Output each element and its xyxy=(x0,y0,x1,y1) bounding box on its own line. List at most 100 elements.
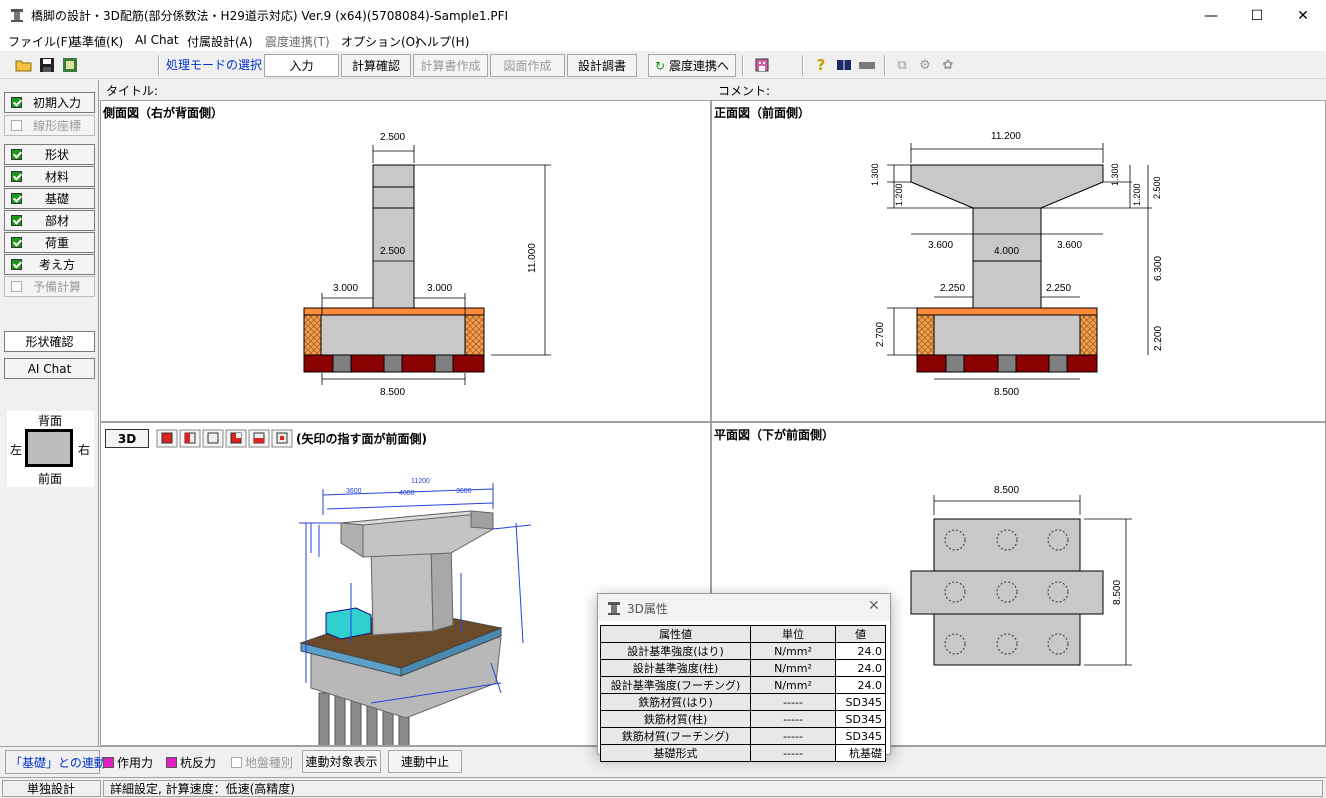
report-button[interactable]: 計算書作成 xyxy=(413,54,488,77)
seismic-link-label: 震度連携へ xyxy=(669,59,730,73)
orient-back: 背面 xyxy=(38,414,63,428)
nav-label: 考え方 xyxy=(38,258,75,272)
three-d-note: (矢印の指す面が前面側) xyxy=(296,432,427,446)
action-force-check[interactable]: 作用力 xyxy=(103,754,153,771)
dim-3d-c: 3600 xyxy=(456,488,472,495)
check-icon xyxy=(11,237,22,248)
three-d-attributes-dialog: 3D属性 ✕ 属性値 単位 値 設計基準強度(はり) N/mm² 24.0 設計基準… xyxy=(597,593,891,762)
menu-file[interactable]: ファイル(F) xyxy=(8,33,72,50)
dim-h1-left: 1.300 xyxy=(870,163,880,186)
dim-3d-b: 4000 xyxy=(399,490,415,497)
dim-right-offset: 3.000 xyxy=(427,283,452,294)
menu-options[interactable]: オプション(O) xyxy=(341,33,420,50)
tool-icon[interactable]: ✿ xyxy=(939,56,957,74)
status-detail: 詳細設定, 計算速度：低速(高精度) xyxy=(103,780,1323,797)
export-icon[interactable] xyxy=(61,56,79,74)
show-target-button[interactable]: 連動対象表示 xyxy=(302,750,381,773)
refresh-icon: ↻ xyxy=(654,58,666,73)
panel-icon[interactable] xyxy=(858,56,876,74)
ground-spring-check[interactable]: 地盤種別 xyxy=(231,754,293,771)
check-icon xyxy=(11,215,22,226)
app-icon xyxy=(10,8,24,22)
three-d-button[interactable]: 3D xyxy=(105,429,149,448)
copy-icon[interactable]: ⧉ xyxy=(893,56,911,74)
maximize-button[interactable]: ☐ xyxy=(1234,0,1280,31)
table-row: 設計基準強度(柱) N/mm² 24.0 xyxy=(600,659,886,677)
building-icon[interactable] xyxy=(753,56,771,74)
dim-left-offset: 3.000 xyxy=(333,283,358,294)
front-view-drawing: 11.200 1.300 1.200 1.300 1.200 2.500 3.6… xyxy=(870,131,1164,398)
menu-seismic-link[interactable]: 震度連携(T) xyxy=(265,33,330,50)
nav-label: 材料 xyxy=(44,170,69,184)
dim-off-right: 2.250 xyxy=(1046,283,1071,294)
checkbox-icon xyxy=(11,281,22,292)
plan-square xyxy=(25,429,73,467)
nav-shape[interactable]: 形状 xyxy=(4,144,95,165)
design-doc-button[interactable]: 設計調書 xyxy=(567,54,637,77)
open-folder-icon[interactable] xyxy=(15,56,33,74)
close-button[interactable]: ✕ xyxy=(1280,0,1326,31)
nav-member[interactable]: 部材 xyxy=(4,210,95,231)
stop-link-button[interactable]: 連動中止 xyxy=(388,750,462,773)
dim-plan-height: 8.500 xyxy=(1112,580,1123,605)
window-title: 橋脚の設計・3D配筋(部分係数法・H29道示対応) Ver.9 (x64)(57… xyxy=(31,9,509,23)
table-row: 鉄筋材質(はり) ----- SD345 xyxy=(600,693,886,711)
table-row: 鉄筋材質(柱) ----- SD345 xyxy=(600,710,886,728)
menu-help[interactable]: ヘルプ(H) xyxy=(415,33,469,50)
table-row: 基礎形式 ----- 杭基礎 xyxy=(600,744,886,762)
menu-attached-design[interactable]: 付属設計(A) xyxy=(187,33,253,50)
nav-label: 線形座標 xyxy=(32,119,81,133)
table-row: 設計基準強度(フーチング) N/mm² 24.0 xyxy=(600,676,886,694)
table-row: 設計基準強度(はり) N/mm² 24.0 xyxy=(600,642,886,660)
orientation-indicator: 背面 左 右 前面 xyxy=(7,411,94,487)
nav-load[interactable]: 荷重 xyxy=(4,232,95,253)
pile-reaction-check[interactable]: 杭反力 xyxy=(166,754,216,771)
nav-material[interactable]: 材料 xyxy=(4,166,95,187)
drawing-button[interactable]: 図面作成 xyxy=(490,54,565,77)
nav-approach[interactable]: 考え方 xyxy=(4,254,95,275)
title-label: タイトル: xyxy=(106,80,706,100)
shape-check-button[interactable]: 形状確認 xyxy=(4,331,95,352)
nav-precalc[interactable]: 予備計算 xyxy=(4,276,95,297)
nav-linear-coord[interactable]: 線形座標 xyxy=(4,115,95,136)
check-icon xyxy=(11,193,22,204)
table-row: 鉄筋材質(フーチング) ----- SD345 xyxy=(600,727,886,745)
nav-label: 初期入力 xyxy=(32,96,81,110)
col-header: 単位 xyxy=(750,625,836,643)
calc-check-button[interactable]: 計算確認 xyxy=(341,54,411,77)
dim-3d-a: 3600 xyxy=(346,488,362,495)
nav-label: 形状 xyxy=(44,148,69,162)
nav-foundation[interactable]: 基礎 xyxy=(4,188,95,209)
orient-left: 左 xyxy=(10,443,23,457)
checkbox-icon xyxy=(166,757,177,768)
dialog-title-bar: 3D属性 ✕ xyxy=(598,594,890,621)
title-bar: 橋脚の設計・3D配筋(部分係数法・H29道示対応) Ver.9 (x64)(57… xyxy=(0,0,1326,31)
nav-label: 荷重 xyxy=(44,236,69,250)
checkbox-icon xyxy=(11,120,22,131)
nav-label: 予備計算 xyxy=(32,280,81,294)
dim-off-left: 2.250 xyxy=(940,283,965,294)
cube-view-icon xyxy=(156,429,293,448)
input-mode-button[interactable]: 入力 xyxy=(264,54,339,77)
dim-3d-width: 11200 xyxy=(411,478,430,485)
dialog-close-button[interactable]: ✕ xyxy=(868,598,880,614)
network-icon[interactable]: ⚙ xyxy=(916,56,934,74)
dim-top-width: 2.500 xyxy=(380,132,405,143)
help-icon[interactable]: ? xyxy=(812,56,830,74)
seismic-link-button[interactable]: ↻ 震度連携へ xyxy=(648,54,736,77)
nav-label: 基礎 xyxy=(44,192,69,206)
front-view-pane: 正面図（前面側） 11.200 1.300 1.200 1.300 1.200 … xyxy=(711,100,1326,422)
dim-col-width: 4.000 xyxy=(994,246,1019,257)
book-icon[interactable] xyxy=(835,56,853,74)
orient-front: 前面 xyxy=(38,472,63,486)
nav-initial-input[interactable]: 初期入力 xyxy=(4,92,95,113)
orient-right: 右 xyxy=(78,443,91,457)
ai-chat-button[interactable]: AI Chat xyxy=(4,358,95,379)
minimize-button[interactable]: — xyxy=(1188,0,1234,31)
dim-cant-left: 3.600 xyxy=(928,240,953,251)
dim-height: 11.000 xyxy=(527,243,538,273)
menu-ai-chat[interactable]: AI Chat xyxy=(135,33,179,47)
check-icon xyxy=(11,171,22,182)
save-icon[interactable] xyxy=(38,56,56,74)
menu-standard[interactable]: 基準値(K) xyxy=(70,33,123,50)
